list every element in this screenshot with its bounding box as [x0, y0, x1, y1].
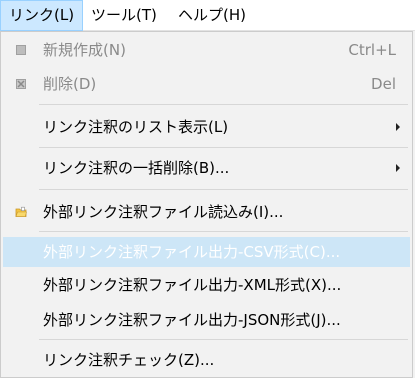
menu-item-delete-shortcut: Del — [371, 75, 396, 93]
menu-item-check[interactable]: リンク注釈チェック(Z)... — [3, 345, 410, 375]
menu-link[interactable]: リンク(L) — [0, 0, 84, 31]
menu-item-list-view[interactable]: リンク注釈のリスト表示(L) — [3, 112, 410, 142]
menu-item-new-shortcut: Ctrl+L — [348, 41, 396, 59]
menu-bar: リンク(L) ツール(T) ヘルプ(H) — [0, 0, 415, 31]
menu-item-export-xml[interactable]: 外部リンク注釈ファイル出力-XML形式(X)... — [3, 270, 410, 300]
delete-icon — [16, 79, 26, 89]
menu-tools[interactable]: ツール(T) — [83, 0, 165, 31]
submenu-arrow-icon — [396, 123, 400, 131]
menu-separator — [39, 189, 408, 190]
menu-item-bulk-delete[interactable]: リンク注釈の一括削除(B)... — [3, 153, 410, 183]
menu-item-export-json-label: 外部リンク注釈ファイル出力-JSON形式(J)... — [43, 311, 341, 329]
menu-item-delete-label: 削除(D) — [43, 75, 97, 93]
menu-help[interactable]: ヘルプ(H) — [170, 0, 254, 31]
menu-item-check-label: リンク注釈チェック(Z)... — [43, 351, 215, 369]
menu-item-import[interactable]: 外部リンク注釈ファイル読込み(I)... — [3, 197, 410, 227]
submenu-arrow-icon — [396, 164, 400, 172]
menu-item-new-label: 新規作成(N) — [43, 41, 126, 59]
menu-separator — [39, 147, 408, 148]
menu-item-export-csv-label: 外部リンク注釈ファイル出力-CSV形式(C)... — [43, 243, 341, 261]
folder-open-icon — [15, 206, 27, 217]
menu-item-export-csv[interactable]: 外部リンク注釈ファイル出力-CSV形式(C)... — [3, 237, 410, 267]
menu-separator — [39, 104, 408, 105]
menu-item-export-json[interactable]: 外部リンク注釈ファイル出力-JSON形式(J)... — [3, 305, 410, 335]
menu-item-new: 新規作成(N) Ctrl+L — [3, 35, 410, 65]
menu-item-import-label: 外部リンク注釈ファイル読込み(I)... — [43, 203, 284, 221]
menu-separator — [39, 231, 408, 232]
menu-item-export-xml-label: 外部リンク注釈ファイル出力-XML形式(X)... — [43, 276, 342, 294]
menu-item-list-view-label: リンク注釈のリスト表示(L) — [43, 118, 229, 136]
menu-item-delete: 削除(D) Del — [3, 69, 410, 99]
menu-item-bulk-delete-label: リンク注釈の一括削除(B)... — [43, 159, 230, 177]
link-menu-dropdown: 新規作成(N) Ctrl+L 削除(D) Del リンク注釈のリスト表示(L) … — [0, 31, 413, 378]
menu-separator — [39, 339, 408, 340]
new-document-icon — [16, 45, 26, 55]
